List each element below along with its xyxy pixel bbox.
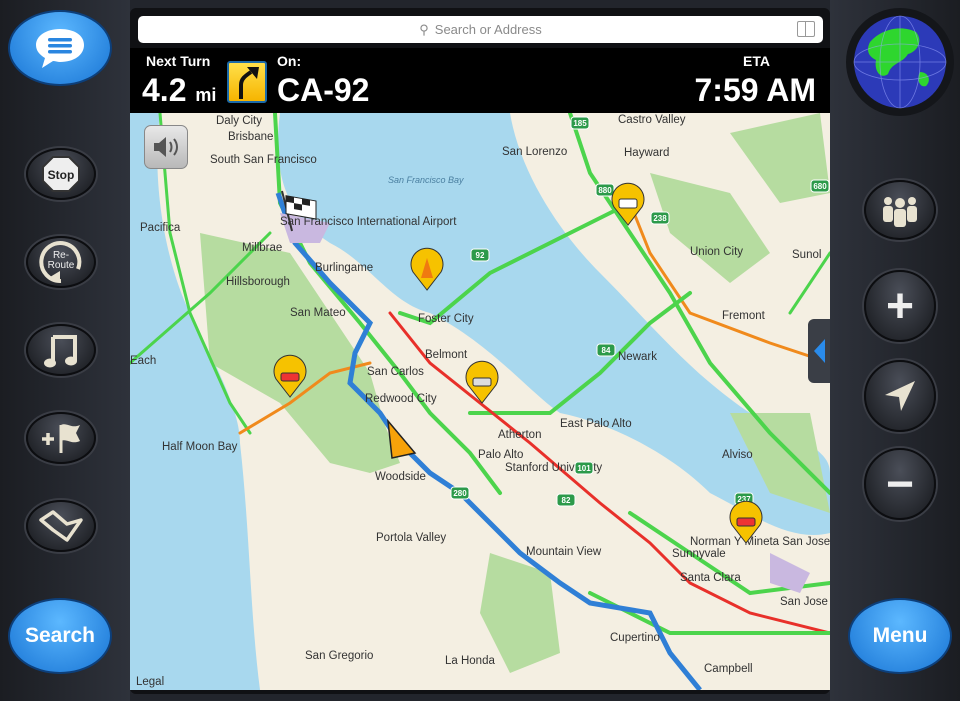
- music-note-icon: [44, 335, 77, 368]
- place-label: San Carlos: [367, 366, 424, 378]
- add-waypoint-button[interactable]: [26, 412, 96, 464]
- distance-unit: mi: [195, 85, 217, 105]
- reroute-label-2: Route: [48, 260, 75, 271]
- mute-button[interactable]: [144, 125, 188, 169]
- place-label: Sunol: [792, 249, 821, 261]
- reroute-arrow-icon: Re-Route: [39, 241, 82, 284]
- menu-button[interactable]: Menu: [848, 598, 952, 674]
- place-label: Portola Valley: [376, 532, 446, 544]
- legal-link[interactable]: Legal: [136, 676, 164, 688]
- place-label: Pacifica: [140, 222, 181, 234]
- globe-button[interactable]: [846, 8, 954, 116]
- stop-sign-icon: Stop: [42, 156, 80, 192]
- on-label: On:: [277, 53, 302, 69]
- place-label: Half Moon Bay: [162, 441, 238, 453]
- shield-label: 92: [476, 251, 485, 260]
- place-label: Millbrae: [242, 242, 282, 254]
- map[interactable]: Daly City Brisbane South San Francisco Pac…: [130, 113, 830, 690]
- left-toolbar: Stop Re- Route Search: [0, 0, 130, 701]
- next-turn-label: Next Turn: [146, 53, 211, 69]
- place-label: Foster City: [418, 313, 474, 325]
- place-label: Hillsborough: [226, 276, 290, 288]
- chevron-left-icon: [814, 339, 825, 363]
- shield-label: 84: [602, 346, 611, 355]
- speech-bubble-icon: [36, 29, 84, 68]
- zoom-in-button[interactable]: +: [864, 270, 936, 342]
- place-label: Atherton: [498, 429, 541, 441]
- stop-label: Stop: [48, 168, 75, 182]
- people-button[interactable]: [864, 180, 936, 240]
- search-button[interactable]: Search: [8, 598, 112, 674]
- place-label: San Lorenzo: [502, 146, 567, 158]
- shield-label: 880: [598, 186, 612, 195]
- shield-label: 185: [573, 119, 587, 128]
- place-label: San Gregorio: [305, 650, 373, 662]
- place-label: San Jose: [780, 596, 828, 608]
- place-label: Palo Alto: [478, 449, 523, 461]
- location-arrow-icon: [885, 381, 915, 411]
- place-label: Woodside: [375, 471, 426, 483]
- place-label: Mountain View: [526, 546, 602, 558]
- place-label: Union City: [690, 246, 743, 258]
- zoom-out-button[interactable]: −: [864, 448, 936, 520]
- shield-label: 82: [562, 496, 571, 505]
- magnifier-icon: ⚲: [419, 21, 429, 37]
- people-icon: [883, 197, 917, 227]
- place-label: Newark: [618, 351, 657, 363]
- search-placeholder: Search or Address: [434, 22, 542, 37]
- current-road: CA-92: [277, 72, 370, 108]
- messages-button[interactable]: [8, 10, 112, 86]
- bay-label: San Francisco Bay: [388, 175, 464, 185]
- place-label: Redwood City: [365, 393, 437, 405]
- map-view-button[interactable]: [26, 500, 96, 552]
- place-label: Hayward: [624, 147, 669, 159]
- place-label: Brisbane: [228, 131, 273, 143]
- place-label: Belmont: [425, 349, 468, 361]
- side-panel-toggle[interactable]: [808, 319, 830, 383]
- place-label: Campbell: [704, 663, 753, 675]
- shield-label: 238: [653, 214, 667, 223]
- search-input[interactable]: ⚲ Search or Address: [138, 16, 823, 43]
- place-label: Santa Clara: [680, 572, 741, 584]
- stop-button[interactable]: Stop: [26, 148, 96, 200]
- locate-button[interactable]: [864, 360, 936, 432]
- place-label: Sunnyvale: [672, 548, 726, 560]
- music-button[interactable]: [26, 324, 96, 376]
- distance-value: 4.2: [142, 72, 187, 108]
- place-label: Fremont: [722, 310, 766, 322]
- speaker-icon: [154, 137, 178, 157]
- place-label: Castro Valley: [618, 114, 686, 126]
- place-label: Each: [130, 355, 156, 367]
- next-turn-distance: 4.2 mi: [142, 72, 216, 109]
- right-toolbar: + − Menu: [830, 0, 960, 701]
- eta-time: 7:59 AM: [694, 72, 816, 108]
- eta-label: ETA: [743, 53, 770, 69]
- place-label: La Honda: [445, 655, 495, 667]
- folded-map-icon: [39, 510, 83, 542]
- ocean-water: [130, 113, 260, 690]
- police-car-icon: [611, 182, 645, 226]
- globe-icon: [853, 15, 947, 109]
- bear-right-arrow-icon: [227, 61, 267, 103]
- place-label: South San Francisco: [210, 154, 317, 166]
- shield-label: 280: [453, 489, 467, 498]
- navigation-header: Next Turn 4.2 mi On: CA-92 ETA 7:59 AM: [130, 48, 830, 113]
- sjc-label: Norman Y Mineta San Jose International A…: [690, 536, 830, 548]
- book-icon[interactable]: [797, 21, 815, 37]
- shield-label: 101: [577, 464, 591, 473]
- current-position-arrow-icon: [386, 418, 417, 459]
- shield-label: 680: [813, 182, 827, 191]
- reroute-button[interactable]: Re- Route: [26, 236, 96, 288]
- place-label: Alviso: [722, 449, 753, 461]
- place-label: Cupertino: [610, 632, 660, 644]
- plus-flag-icon: [42, 424, 80, 453]
- place-label: Daly City: [216, 115, 262, 127]
- place-label: Burlingame: [315, 262, 373, 274]
- place-label: San Mateo: [290, 307, 346, 319]
- place-label: East Palo Alto: [560, 418, 632, 430]
